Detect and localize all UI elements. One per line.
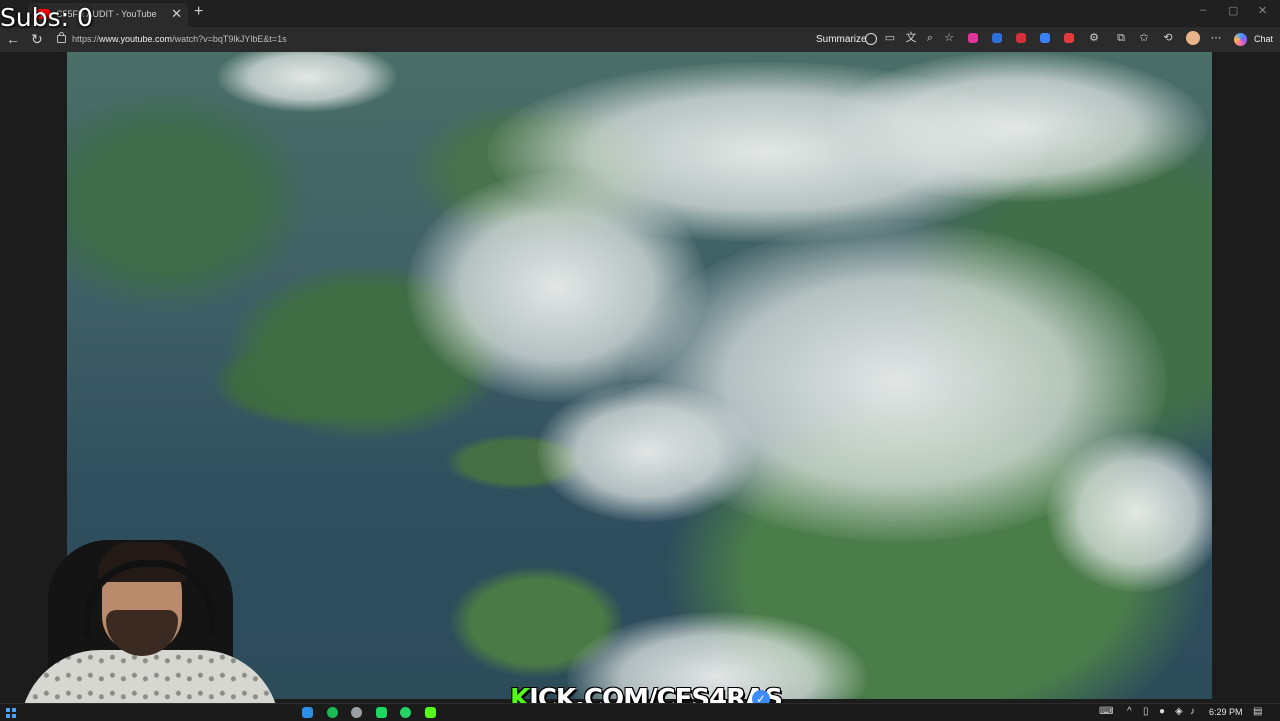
url-path: /watch?v=bqT9lkJYlbE&t=1s bbox=[172, 34, 287, 44]
back-button[interactable]: ← bbox=[6, 31, 20, 47]
extensions-icon[interactable]: ⚙ bbox=[1088, 32, 1100, 44]
minimize-button[interactable]: – bbox=[1200, 4, 1206, 16]
copilot-chat-button[interactable]: Chat bbox=[1232, 32, 1274, 47]
tab-strip: C55FR AUDIT - YouTube ✕ + – ▢ ✕ bbox=[0, 0, 1280, 27]
usb-icon[interactable]: ▯ bbox=[1143, 706, 1149, 717]
url-host: www.youtube.com bbox=[99, 34, 173, 44]
media-app-icon[interactable] bbox=[376, 707, 387, 718]
keyboard-icon[interactable]: ⌨ bbox=[1099, 706, 1113, 717]
url-text: https://www.youtube.com/watch?v=bqT9lkJY… bbox=[72, 34, 287, 44]
zoom-icon[interactable]: ⌕ bbox=[924, 32, 936, 44]
copilot-icon bbox=[1234, 33, 1247, 46]
translate-icon[interactable]: 文 bbox=[905, 32, 917, 44]
extension-pen-icon[interactable] bbox=[1016, 33, 1026, 43]
network-icon[interactable]: ◈ bbox=[1175, 706, 1183, 717]
summarize-button[interactable]: Summarize bbox=[816, 34, 867, 45]
whatsapp-app-icon[interactable] bbox=[400, 707, 411, 718]
tab-close-icon[interactable]: ✕ bbox=[171, 6, 182, 22]
url-prefix: https:// bbox=[72, 34, 100, 44]
reload-button[interactable]: ↻ bbox=[31, 31, 43, 48]
extension-shield-icon[interactable] bbox=[968, 33, 978, 43]
split-screen-icon[interactable]: ⧉ bbox=[1115, 32, 1127, 44]
more-menu-icon[interactable]: ⋯ bbox=[1210, 32, 1222, 44]
microphone-icon[interactable]: ● bbox=[1159, 706, 1165, 717]
taskbar: ⌨ ^ ▯ ● ◈ ♪ 6:29 PM ▤ bbox=[0, 703, 1280, 721]
subs-counter: Subs: 0 bbox=[0, 3, 93, 32]
summarize-icon[interactable] bbox=[865, 33, 877, 45]
browser-toolbar: ← ↻ https://www.youtube.com/watch?v=bqT9… bbox=[0, 27, 1280, 52]
history-icon[interactable]: ⟲ bbox=[1162, 32, 1174, 44]
extension-red-icon[interactable] bbox=[1064, 33, 1074, 43]
favorite-star-icon[interactable]: ☆ bbox=[943, 32, 955, 44]
extension-sound-icon[interactable] bbox=[992, 33, 1002, 43]
kick-app-icon[interactable] bbox=[425, 707, 436, 718]
cloud bbox=[1047, 432, 1212, 592]
close-window-button[interactable]: ✕ bbox=[1258, 4, 1267, 17]
maximize-button[interactable]: ▢ bbox=[1228, 4, 1238, 17]
favorites-icon[interactable]: ✩ bbox=[1138, 32, 1150, 44]
cloud bbox=[537, 382, 757, 522]
volume-icon[interactable]: ♪ bbox=[1190, 706, 1195, 717]
cloud bbox=[827, 52, 1207, 202]
extension-s-icon[interactable] bbox=[1040, 33, 1050, 43]
notifications-icon[interactable]: ▤ bbox=[1253, 706, 1262, 717]
cloud bbox=[217, 52, 397, 112]
tray-chevron-icon[interactable]: ^ bbox=[1127, 706, 1132, 717]
reading-mode-icon[interactable]: ▭ bbox=[884, 32, 896, 44]
spotify-app-icon[interactable] bbox=[327, 707, 338, 718]
webcam-overlay bbox=[20, 540, 310, 720]
new-tab-button[interactable]: + bbox=[194, 3, 203, 21]
start-menu-icon[interactable] bbox=[6, 708, 16, 718]
lock-icon[interactable] bbox=[57, 32, 66, 43]
chat-label: Chat bbox=[1254, 34, 1274, 44]
taskbar-clock[interactable]: 6:29 PM bbox=[1209, 707, 1243, 717]
edge-app-icon[interactable] bbox=[302, 707, 313, 718]
profile-avatar-icon[interactable] bbox=[1186, 31, 1200, 45]
app-circle-icon[interactable] bbox=[351, 707, 362, 718]
